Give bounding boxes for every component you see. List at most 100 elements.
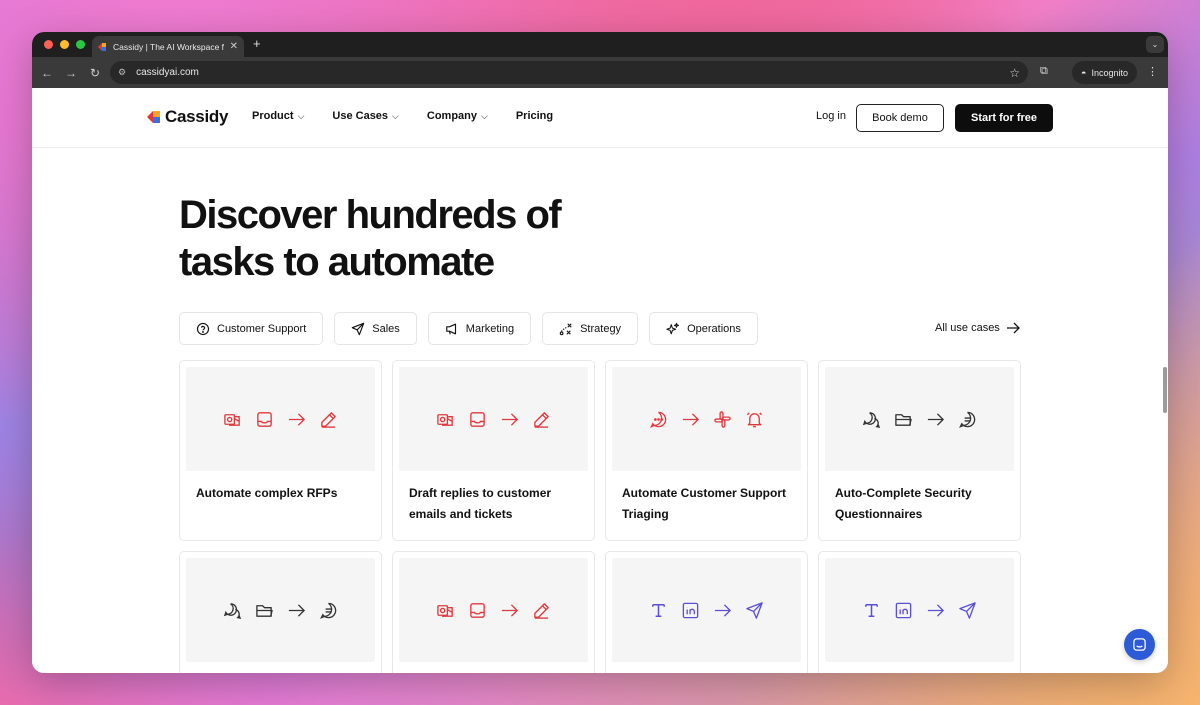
megaphone-icon — [445, 323, 456, 334]
filter-strategy[interactable]: Strategy — [542, 312, 639, 345]
card-visual — [399, 558, 588, 662]
paper-plane-icon — [352, 322, 365, 335]
filter-customer-support[interactable]: Customer Support — [179, 312, 324, 345]
card-title: Automate complex RFPs — [196, 486, 338, 500]
web-page: Cassidy Product ⌵ Use Cases ⌵ Company ⌵ … — [32, 88, 1168, 673]
folder-icon — [256, 604, 273, 617]
inbox-icon — [470, 411, 485, 427]
use-case-card[interactable]: Automate complex RFPs — [179, 360, 382, 541]
incognito-label: Incognito — [1091, 67, 1128, 78]
login-link[interactable]: Log in — [816, 110, 846, 122]
filter-label: Marketing — [465, 322, 515, 335]
filter-label: Operations — [687, 322, 741, 335]
menu-label: Pricing — [515, 110, 554, 122]
folder-icon — [895, 413, 912, 426]
minimize-window-button[interactable] — [60, 40, 69, 49]
filter-operations[interactable]: Operations — [649, 312, 758, 345]
address-bar[interactable]: ⚙ cassidyai.com ☆ — [110, 61, 1028, 84]
pencil-icon — [534, 411, 549, 428]
linkedin-icon — [682, 602, 699, 618]
filter-sales[interactable]: Sales — [334, 312, 417, 345]
incognito-icon: ◓ — [1081, 67, 1087, 78]
card-title: Draft replies to customer emails and tic… — [409, 486, 552, 521]
incognito-badge[interactable]: ◓ Incognito — [1072, 61, 1137, 84]
menu-item-product[interactable]: Product ⌵ — [252, 110, 304, 122]
browser-tab[interactable]: Cassidy | The AI Workspace f ✕ — [92, 36, 244, 57]
pencil-icon — [321, 411, 336, 428]
inbox-icon — [257, 411, 272, 427]
chat-support-button[interactable] — [1124, 629, 1155, 660]
cassidy-favicon-icon — [98, 42, 106, 51]
start-free-button[interactable]: Start for free — [955, 104, 1053, 132]
arrow-right-icon — [1006, 322, 1020, 334]
browser-toolbar: ← → ↻ ⚙ cassidyai.com ☆ ⧉ ◓ Incognito ⋮ — [32, 57, 1168, 88]
filter-label: Strategy — [580, 322, 622, 335]
page-scrollbar[interactable] — [1163, 367, 1167, 413]
extensions-icon[interactable]: ⧉ — [1040, 65, 1048, 78]
arrow-icon — [501, 412, 519, 426]
arrow-icon — [288, 603, 306, 617]
outlook-icon — [224, 413, 240, 426]
menu-label: Company — [426, 110, 477, 122]
paper-plane-icon — [746, 601, 763, 619]
cassidy-logo-icon — [147, 111, 160, 123]
back-arrow-icon[interactable]: ← — [35, 66, 59, 80]
all-use-cases-label: All use cases — [935, 322, 1000, 334]
use-case-card[interactable] — [179, 551, 382, 673]
chevron-down-icon: ⌵ — [297, 110, 305, 121]
close-tab-icon[interactable]: ✕ — [230, 41, 238, 52]
url-text: cassidyai.com — [136, 67, 199, 78]
forward-arrow-icon[interactable]: → — [59, 66, 83, 80]
menu-item-use-cases[interactable]: Use Cases ⌵ — [332, 110, 398, 122]
question-circle-icon — [196, 322, 210, 335]
arrow-icon — [927, 412, 945, 426]
card-visual — [612, 558, 801, 662]
browser-window: Cassidy | The AI Workspace f ✕ + ⌄ ← → ↻… — [32, 32, 1168, 673]
maximize-window-button[interactable] — [76, 40, 85, 49]
arrow-icon — [501, 603, 519, 617]
sparkle-icon — [666, 322, 680, 334]
tab-search-chevron-icon[interactable]: ⌄ — [1146, 36, 1164, 53]
all-use-cases-link[interactable]: All use cases — [935, 322, 1020, 334]
text-icon — [865, 603, 878, 617]
browser-menu-icon[interactable]: ⋮ — [1147, 65, 1158, 78]
category-filters: Customer Support Sales Marketing Strateg… — [179, 312, 758, 345]
chevron-down-icon: ⌵ — [481, 110, 488, 121]
new-tab-icon[interactable]: + — [253, 36, 261, 51]
use-case-card[interactable] — [818, 551, 1021, 673]
use-case-card[interactable]: Auto-Complete Security Questionnaires — [818, 360, 1021, 541]
menu-label: Product — [252, 110, 294, 122]
outlook-icon — [437, 413, 453, 426]
card-visual — [186, 367, 375, 471]
paper-plane-icon — [959, 601, 976, 619]
text-icon — [652, 603, 665, 617]
bookmark-star-icon[interactable]: ☆ — [1009, 66, 1020, 80]
chevron-down-icon: ⌵ — [392, 110, 399, 121]
menu-item-company[interactable]: Company ⌵ — [427, 110, 488, 122]
cassidy-logo[interactable]: Cassidy — [147, 107, 228, 127]
site-settings-icon[interactable]: ⚙ — [118, 67, 126, 78]
window-controls — [44, 40, 85, 49]
card-visual — [825, 558, 1014, 662]
menu-item-pricing[interactable]: Pricing — [516, 110, 553, 122]
reload-icon[interactable]: ↻ — [83, 66, 107, 80]
filter-marketing[interactable]: Marketing — [427, 312, 532, 345]
use-case-card[interactable] — [392, 551, 595, 673]
linkedin-icon — [895, 602, 912, 618]
message-icon — [320, 602, 337, 619]
card-visual — [612, 367, 801, 471]
card-visual — [399, 367, 588, 471]
use-case-card[interactable]: Automate Customer Support Triaging — [605, 360, 808, 541]
slack-icon — [714, 410, 731, 428]
pencil-icon — [534, 602, 549, 619]
close-window-button[interactable] — [44, 40, 53, 49]
arrow-icon — [288, 412, 306, 426]
card-visual — [186, 558, 375, 662]
message-icon — [959, 411, 976, 428]
filter-label: Sales — [372, 322, 400, 335]
use-case-grid: Automate complex RFPs Draft replies to c… — [179, 360, 1021, 673]
title-bar: Cassidy | The AI Workspace f ✕ + ⌄ — [32, 32, 1168, 57]
use-case-card[interactable] — [605, 551, 808, 673]
book-demo-button[interactable]: Book demo — [856, 104, 944, 132]
use-case-card[interactable]: Draft replies to customer emails and tic… — [392, 360, 595, 541]
